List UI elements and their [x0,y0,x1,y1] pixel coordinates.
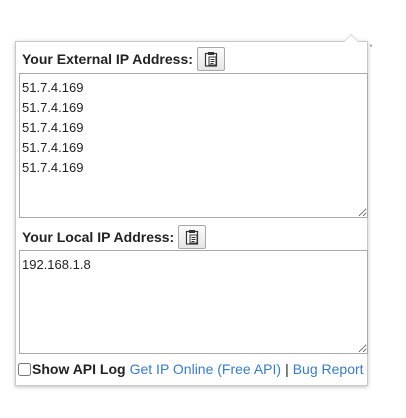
clipboard-icon [186,230,199,245]
bug-report-link[interactable]: Bug Report [293,361,364,377]
clipboard-icon [204,52,218,67]
copy-external-ip-button[interactable] [196,47,225,71]
show-api-log-checkbox[interactable] [18,362,31,376]
external-ip-textarea[interactable]: 51.7.4.169 51.7.4.169 51.7.4.169 51.7.4.… [19,73,368,218]
external-ip-label: Your External IP Address: [22,51,193,67]
show-api-log-label[interactable]: Show API Log [32,361,126,377]
page: ' ' ' Your External IP Address: 51.7.4.1… [0,0,406,418]
get-ip-online-link[interactable]: Get IP Online (Free API) [130,361,281,377]
ip-popup: Your External IP Address: 51.7.4.169 51.… [15,34,368,386]
popup-footer: Show API Log Get IP Online (Free API) | … [18,361,364,377]
background-fragment: ' [370,43,373,55]
local-ip-textarea[interactable]: 192.168.1.8 [19,250,368,354]
external-ip-header: Your External IP Address: [22,46,225,72]
popup-arrow [343,34,359,42]
copy-local-ip-button[interactable] [178,225,207,249]
local-ip-header: Your Local IP Address: [22,224,207,250]
link-separator: | [285,361,289,377]
local-ip-label: Your Local IP Address: [22,229,175,245]
